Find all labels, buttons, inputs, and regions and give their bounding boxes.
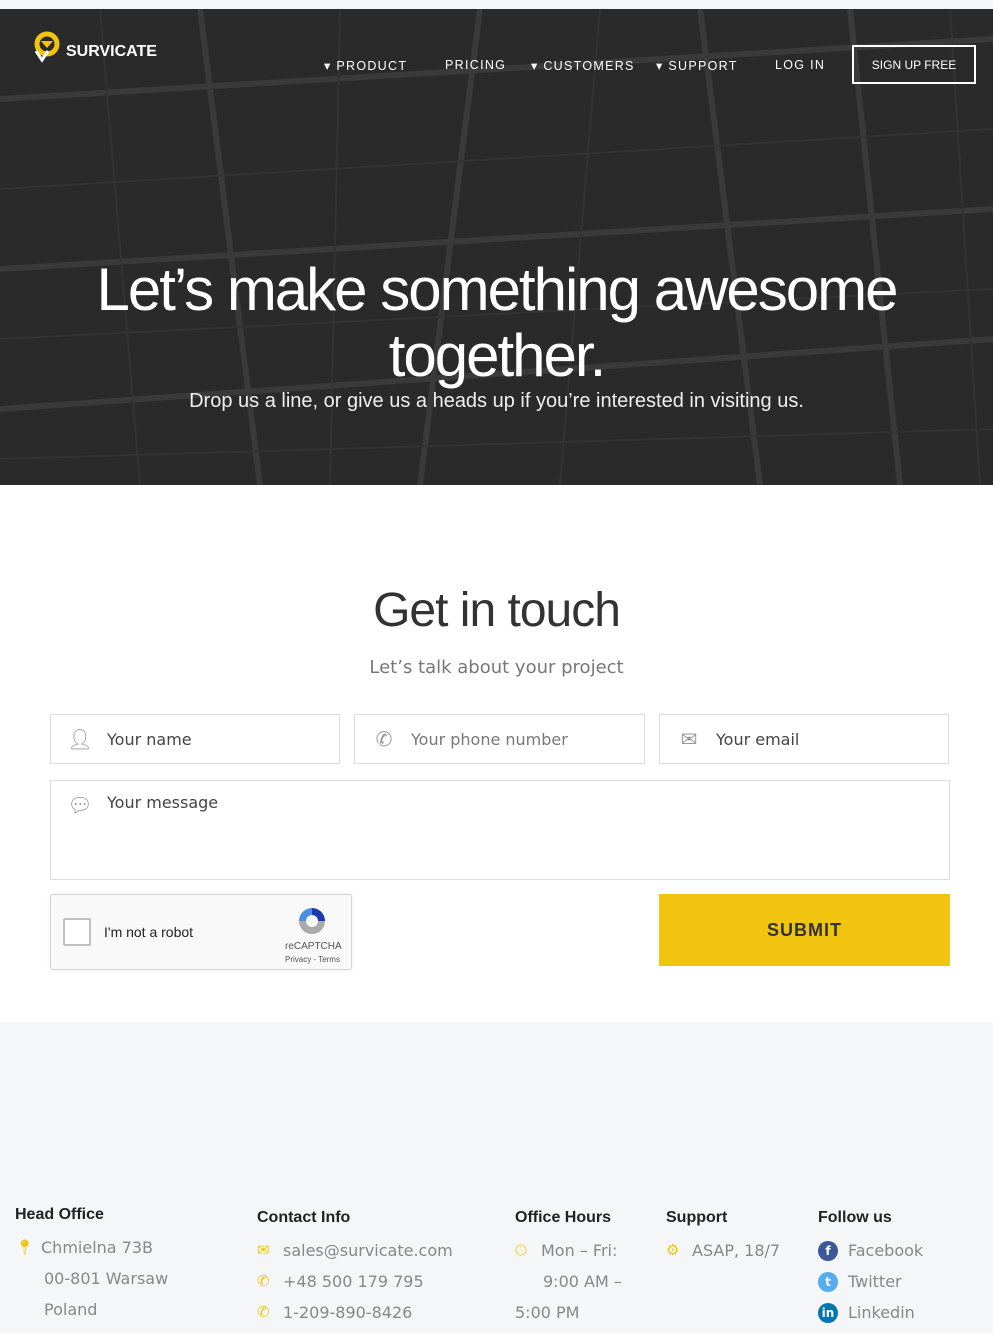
twitter-link[interactable]: t Twitter	[818, 1272, 923, 1303]
recaptcha-widget: I'm not a robot reCAPTCHA Privacy - Term…	[50, 894, 352, 970]
hours-line: 9:00 AM –	[543, 1272, 622, 1291]
phone-link[interactable]: +48 500 179 795	[283, 1272, 424, 1291]
nav-support-label: SUPPORT	[668, 59, 738, 73]
map-pin-icon: 📍︎	[15, 1238, 35, 1256]
nav-pricing[interactable]: PRICING	[445, 58, 506, 72]
head-office-column: Head Office 📍︎ Chmielna 73B 00-801 Warsaw…	[15, 1206, 168, 1331]
survicate-logo[interactable]: SURVICATE	[30, 31, 157, 63]
address-line: 00-801 Warsaw	[44, 1269, 169, 1288]
nav-product[interactable]: ▾ PRODUCT	[324, 58, 407, 73]
phone-icon: ✆	[257, 1272, 270, 1290]
message-textarea[interactable]: 💬︎ Your message	[50, 780, 950, 880]
address-line: Poland	[44, 1300, 98, 1319]
follow-us-title: Follow us	[818, 1209, 892, 1226]
contact-title: Get in touch	[373, 584, 621, 637]
support-text: ASAP, 18/7	[692, 1241, 781, 1260]
hero-title: Let’s make something awesome together.	[0, 257, 993, 389]
contact-subtitle: Let’s talk about your project	[369, 657, 624, 678]
office-hours-title: Office Hours	[515, 1209, 612, 1226]
recaptcha-brand: reCAPTCHA	[285, 941, 342, 952]
hours-line: Mon – Fri:	[541, 1241, 618, 1260]
phone-input[interactable]: ✆ Your phone number	[354, 714, 645, 764]
nav-login[interactable]: LOG IN	[775, 58, 825, 72]
linkedin-icon: in	[818, 1303, 838, 1323]
nav-customers-label: CUSTOMERS	[543, 59, 635, 73]
name-input[interactable]: 👤︎ Your name	[50, 714, 340, 764]
hours-line: 5:00 PM	[515, 1303, 580, 1322]
nav-support[interactable]: ▾ SUPPORT	[656, 58, 738, 73]
hero-title-line2: together.	[388, 322, 607, 389]
hero-subtitle: Drop us a line, or give us a heads up if…	[189, 390, 804, 412]
email-input[interactable]: ✉ Your email	[659, 714, 949, 764]
linkedin-label: Linkedin	[848, 1303, 915, 1322]
clock-icon: 🕓︎	[515, 1241, 527, 1259]
submit-button[interactable]: SUBMIT	[659, 894, 950, 966]
footer: Head Office 📍︎ Chmielna 73B 00-801 Warsaw…	[0, 1022, 993, 1333]
address-line: Chmielna 73B	[41, 1238, 153, 1257]
contact-info-title: Contact Info	[257, 1209, 351, 1226]
linkedin-link[interactable]: in Linkedin	[818, 1303, 923, 1334]
logo-text: SURVICATE	[66, 43, 157, 60]
support-title: Support	[666, 1209, 728, 1226]
facebook-icon: f	[818, 1241, 838, 1261]
follow-us-column: Follow us f Facebook t Twitter in Linkedin	[818, 1209, 923, 1334]
email-placeholder: Your email	[716, 729, 800, 749]
sign-up-free-button[interactable]: SIGN UP FREE	[852, 45, 976, 84]
logo-icon	[34, 31, 60, 63]
message-placeholder: Your message	[107, 793, 219, 812]
recaptcha-links[interactable]: Privacy - Terms	[285, 955, 340, 964]
recaptcha-logo-icon	[299, 908, 325, 934]
nav-product-label: PRODUCT	[336, 59, 408, 73]
contact-info-column: Contact Info ✉ sales@survicate.com ✆ +48 5…	[257, 1209, 453, 1334]
hero-section: SURVICATE ▾ PRODUCT PRICING ▾ CUSTOMERS …	[0, 9, 993, 485]
twitter-label: Twitter	[848, 1272, 902, 1291]
facebook-label: Facebook	[848, 1241, 924, 1260]
captcha-label: I'm not a robot	[104, 924, 194, 940]
nav-customers[interactable]: ▾ CUSTOMERS	[531, 58, 635, 73]
user-icon: 👤︎	[67, 727, 93, 751]
head-office-title: Head Office	[15, 1206, 104, 1223]
map-background	[0, 9, 993, 485]
phone-icon: ✆	[257, 1303, 270, 1321]
facebook-link[interactable]: f Facebook	[818, 1241, 923, 1272]
name-placeholder: Your name	[107, 729, 192, 749]
envelope-icon: ✉	[680, 727, 698, 751]
top-strip	[0, 0, 993, 9]
speech-bubble-icon: 💬︎	[67, 793, 93, 817]
hero-title-line1: Let’s make something awesome	[96, 256, 899, 323]
twitter-icon: t	[818, 1272, 838, 1292]
gear-icon: ⚙	[666, 1241, 680, 1259]
phone-link[interactable]: 1-209-890-8426	[283, 1303, 412, 1322]
email-link[interactable]: sales@survicate.com	[283, 1241, 453, 1260]
support-column: Support ⚙ ASAP, 18/7	[666, 1209, 780, 1272]
phone-placeholder: Your phone number	[411, 729, 568, 749]
office-hours-column: Office Hours 🕓︎ Mon – Fri: 9:00 AM – 5:00…	[515, 1209, 622, 1334]
phone-icon: ✆	[375, 727, 393, 751]
envelope-icon: ✉	[257, 1241, 270, 1259]
captcha-checkbox[interactable]	[63, 918, 91, 946]
